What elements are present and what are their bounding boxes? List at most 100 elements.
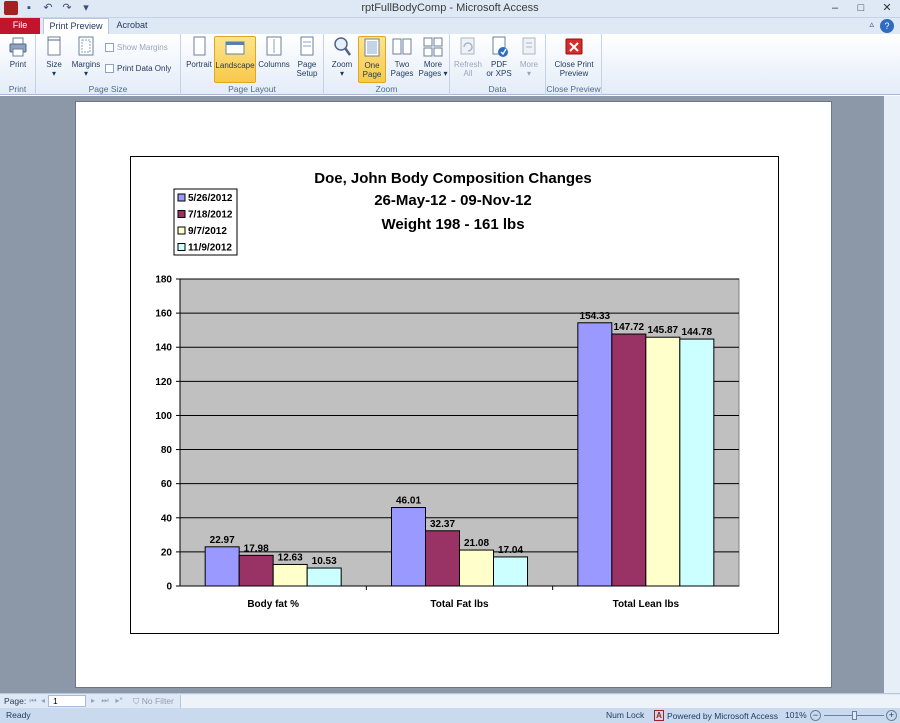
data-label: 32.37 — [430, 519, 455, 530]
new-record-icon[interactable]: ▸* — [114, 696, 124, 706]
one-page-button[interactable]: One Page — [358, 36, 386, 83]
page-setup-icon — [300, 36, 314, 56]
print-button[interactable]: Print — [3, 36, 33, 69]
bar — [204, 546, 240, 587]
data-label: 154.33 — [580, 311, 611, 322]
page-number-input[interactable]: 1 — [48, 695, 86, 707]
portrait-label: Portrait — [186, 60, 212, 69]
last-page-icon[interactable]: ⏭ — [100, 696, 110, 706]
refresh-icon — [460, 37, 475, 55]
y-tick-label: 0 — [166, 582, 172, 593]
group-zoom: Zoom ▾ One Page Two Pages More Pages ▾ Zoom — [324, 34, 450, 95]
minimize-ribbon-icon[interactable]: ▵ — [869, 19, 874, 30]
vertical-scrollbar[interactable] — [884, 96, 900, 693]
page-setup-label-2: Setup — [296, 69, 318, 78]
page-label: Page: — [4, 696, 27, 706]
chevron-down-icon: ▾ — [339, 69, 344, 78]
page-setup-label-1: Page — [297, 60, 317, 69]
first-page-icon[interactable]: ⏮ — [28, 696, 38, 706]
legend-label: 9/7/2012 — [188, 226, 227, 237]
columns-button[interactable]: Columns — [257, 36, 291, 69]
more-label: More — [519, 60, 539, 69]
columns-icon — [266, 36, 282, 56]
horizontal-scrollbar[interactable] — [180, 695, 900, 708]
legend-label: 7/18/2012 — [188, 210, 233, 221]
refresh-label-2: All — [463, 69, 473, 78]
checkbox-box — [105, 64, 114, 73]
zoom-level[interactable]: 101% — [785, 710, 807, 720]
group-close-preview-label: Close Preview — [546, 84, 601, 94]
bar — [459, 549, 494, 587]
y-tick-label: 100 — [155, 411, 172, 422]
data-label: 22.97 — [210, 535, 235, 546]
close-preview-label-1: Close Print — [554, 60, 594, 69]
no-filter-indicator[interactable]: ⛉ No Filter — [133, 696, 174, 707]
close-preview-label-2: Preview — [559, 69, 589, 78]
zoom-button[interactable]: Zoom ▾ — [327, 36, 357, 78]
chart-title-line: 26-May-12 - 09-Nov-12 — [374, 192, 532, 209]
more-data-button[interactable]: More ▾ — [514, 36, 544, 78]
more-pages-button[interactable]: More Pages ▾ — [417, 36, 449, 78]
status-bar: Ready Num Lock A Powered by Microsoft Ac… — [0, 708, 900, 723]
zoom-slider-thumb[interactable] — [852, 711, 857, 720]
zoom-out-icon[interactable]: − — [810, 710, 821, 721]
bar — [306, 567, 342, 587]
more-export-icon — [522, 37, 536, 55]
bar — [238, 554, 274, 587]
landscape-button[interactable]: Landscape — [214, 36, 256, 83]
help-icon[interactable]: ? — [880, 19, 894, 33]
size-label: Size — [46, 60, 62, 69]
data-label: 145.87 — [648, 325, 679, 336]
two-pages-label-2: Pages — [390, 69, 414, 78]
refresh-label-1: Refresh — [453, 60, 482, 69]
page-setup-button[interactable]: Page Setup — [292, 36, 322, 78]
printer-icon — [9, 37, 27, 57]
margins-button[interactable]: Margins ▾ — [69, 36, 103, 78]
show-margins-checkbox[interactable]: Show Margins — [105, 43, 168, 52]
report-page: 0 20 40 60 80 100 120 140 160 180 22.97 17.98 12.63 1… — [75, 101, 832, 688]
y-tick-label: 60 — [161, 479, 173, 490]
legend-swatch — [177, 226, 186, 235]
data-label: 17.98 — [244, 543, 269, 554]
x-tick-label: Body fat % — [247, 599, 299, 610]
zoom-label: Zoom — [331, 60, 353, 69]
chevron-down-icon: ▾ — [526, 69, 531, 78]
zoom-in-icon[interactable]: + — [886, 710, 897, 721]
next-page-icon[interactable]: ▸ — [88, 696, 98, 706]
bar — [679, 338, 715, 587]
access-logo-icon: A — [654, 710, 664, 721]
ribbon: Print Print Size ▾ Margins ▾ Show Margins … — [0, 34, 900, 95]
y-tick-label: 180 — [155, 275, 172, 286]
window-title: rptFullBodyComp - Microsoft Access — [361, 2, 539, 14]
portrait-button[interactable]: Portrait — [183, 36, 215, 69]
portrait-icon — [193, 36, 206, 56]
data-label: 10.53 — [312, 556, 337, 567]
group-page-layout-label: Page Layout — [228, 84, 276, 94]
bar — [391, 507, 426, 587]
pdf-xps-button[interactable]: PDF or XPS — [485, 36, 513, 78]
chart-title-line: Doe, John Body Composition Changes — [314, 170, 592, 187]
columns-label: Columns — [258, 60, 290, 69]
close-window-button[interactable]: ✕ — [874, 0, 900, 17]
previous-page-icon[interactable]: ◂ — [38, 696, 48, 706]
size-button[interactable]: Size ▾ — [40, 36, 68, 78]
group-close-preview: Close Print Preview Close Preview — [546, 34, 602, 95]
more-pages-label-2: Pages — [418, 69, 442, 78]
minimize-button[interactable]: – — [822, 0, 848, 17]
close-print-preview-button[interactable]: Close Print Preview — [549, 36, 599, 78]
bar-chart: 0 20 40 60 80 100 120 140 160 180 22.97 17.98 12.63 1… — [155, 170, 740, 610]
two-pages-button[interactable]: Two Pages — [387, 36, 417, 78]
refresh-all-button[interactable]: Refresh All — [452, 36, 484, 78]
tab-file[interactable]: File — [0, 18, 40, 34]
group-data-label: Data — [488, 84, 507, 94]
tab-acrobat[interactable]: Acrobat — [114, 18, 150, 34]
filter-label: No Filter — [141, 696, 174, 706]
tab-print-preview[interactable]: Print Preview — [43, 18, 109, 34]
more-pages-label-1: More — [423, 60, 443, 69]
print-data-only-checkbox[interactable]: Print Data Only — [105, 64, 171, 73]
legend-label: 11/9/2012 — [188, 243, 232, 254]
maximize-button[interactable]: □ — [848, 0, 874, 17]
bar — [577, 322, 613, 587]
legend-swatch — [177, 243, 186, 251]
page-navigation-bar: Page: ⏮ ◂ 1 ▸ ⏭ ▸* ⛉ No Filter — [0, 693, 900, 708]
